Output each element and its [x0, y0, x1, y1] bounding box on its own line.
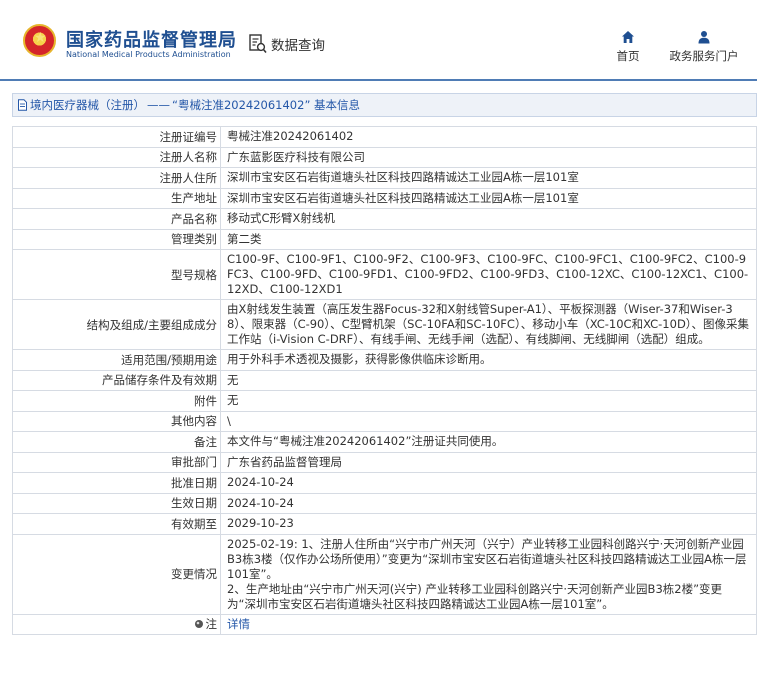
field-value: 移动式C形臂X射线机 — [220, 208, 757, 230]
field-value: 无 — [220, 369, 757, 391]
data-query-label: 数据查询 — [271, 38, 325, 54]
row-remarks: 备注 本文件与“粤械注准20242061402”注册证共同使用。 — [12, 431, 757, 453]
field-label: 生效日期 — [12, 492, 221, 514]
note-label-cell: 注 — [12, 613, 221, 635]
row-registration-number: 注册证编号 粤械注准20242061402 — [12, 126, 757, 148]
row-registrant-name: 注册人名称 广东蓝影医疗科技有限公司 — [12, 146, 757, 168]
nav-service-portal[interactable]: 政务服务门户 — [664, 30, 744, 64]
header-divider — [0, 79, 757, 81]
note-label: 注 — [205, 617, 218, 632]
row-structure-composition: 结构及组成/主要组成成分 由X射线发生装置（高压发生器Focus-32和X射线管… — [12, 299, 757, 350]
document-icon — [18, 99, 27, 111]
org-name-cn: 国家药品监督管理局 — [66, 30, 237, 51]
note-value: 详情 — [220, 613, 757, 635]
field-label: 适用范围/预期用途 — [12, 349, 221, 371]
field-value: 深圳市宝安区石岩街道塘头社区科技四路精诚达工业园A栋一层101室 — [220, 187, 757, 209]
field-value: 2029-10-23 — [220, 513, 757, 535]
nav-service-portal-label: 政务服务门户 — [669, 49, 739, 63]
row-other-content: 其他内容 \ — [12, 410, 757, 432]
person-icon — [698, 31, 710, 44]
nav-home-label: 首页 — [616, 49, 640, 63]
field-value: 无 — [220, 390, 757, 412]
field-value: 深圳市宝安区石岩街道塘头社区科技四路精诚达工业园A栋一层101室 — [220, 167, 757, 189]
field-label: 审批部门 — [12, 451, 221, 473]
field-label: 有效期至 — [12, 513, 221, 535]
field-value: 本文件与“粤械注准20242061402”注册证共同使用。 — [220, 431, 757, 453]
field-label: 备注 — [12, 431, 221, 453]
row-storage-validity: 产品储存条件及有效期 无 — [12, 369, 757, 391]
field-label: 型号规格 — [12, 249, 221, 300]
row-intended-use: 适用范围/预期用途 用于外科手术透视及摄影，获得影像供临床诊断用。 — [12, 349, 757, 371]
document-search-icon — [249, 34, 267, 54]
row-registrant-address: 注册人住所 深圳市宝安区石岩街道塘头社区科技四路精诚达工业园A栋一层101室 — [12, 167, 757, 189]
field-label: 变更情况 — [12, 533, 221, 615]
breadcrumb-separator: —— — [147, 98, 170, 112]
record-detail-table: 注册证编号 粤械注准20242061402 注册人名称 广东蓝影医疗科技有限公司… — [12, 126, 757, 635]
field-value: 2024-10-24 — [220, 472, 757, 494]
row-change-history: 变更情况 2025-02-19: 1、注册人住所由“兴宁市广州天河（兴宁）产业转… — [12, 533, 757, 615]
row-product-name: 产品名称 移动式C形臂X射线机 — [12, 208, 757, 230]
field-value: 用于外科手术透视及摄影，获得影像供临床诊断用。 — [220, 349, 757, 371]
nav-home[interactable]: 首页 — [610, 30, 646, 64]
row-model-spec: 型号规格 C100-9F、C100-9F1、C100-9F2、C100-9F3、… — [12, 249, 757, 300]
national-emblem-logo — [23, 24, 56, 57]
field-label: 产品名称 — [12, 208, 221, 230]
field-label: 附件 — [12, 390, 221, 412]
breadcrumb-current: “粤械注准20242061402” 基本信息 — [172, 98, 361, 112]
field-value: C100-9F、C100-9F1、C100-9F2、C100-9F3、C100-… — [220, 249, 757, 300]
field-label: 注册证编号 — [12, 126, 221, 148]
field-label: 管理类别 — [12, 228, 221, 250]
details-link[interactable]: 详情 — [227, 617, 250, 631]
field-label: 产品储存条件及有效期 — [12, 369, 221, 391]
site-header: 国家药品监督管理局 National Medical Products Admi… — [0, 0, 757, 80]
home-icon — [622, 31, 634, 43]
field-label: 结构及组成/主要组成成分 — [12, 299, 221, 350]
field-value: 2024-10-24 — [220, 492, 757, 514]
field-label: 注册人住所 — [12, 167, 221, 189]
pin-icon — [194, 620, 203, 629]
row-expiry-date: 有效期至 2029-10-23 — [12, 513, 757, 535]
row-approval-department: 审批部门 广东省药品监督管理局 — [12, 451, 757, 473]
field-label: 生产地址 — [12, 187, 221, 209]
data-query-link[interactable]: 数据查询 — [249, 33, 325, 55]
org-name-en: National Medical Products Administration — [66, 50, 231, 59]
field-value: \ — [220, 410, 757, 432]
breadcrumb-category-link[interactable]: 境内医疗器械（注册） — [30, 97, 145, 113]
field-value: 广东蓝影医疗科技有限公司 — [220, 146, 757, 168]
field-value: 广东省药品监督管理局 — [220, 451, 757, 473]
row-effective-date: 生效日期 2024-10-24 — [12, 492, 757, 514]
row-attachments: 附件 无 — [12, 390, 757, 412]
row-approval-date: 批准日期 2024-10-24 — [12, 472, 757, 494]
field-value: 粤械注准20242061402 — [220, 126, 757, 148]
field-value: 2025-02-19: 1、注册人住所由“兴宁市广州天河（兴宁）产业转移工业园科… — [220, 533, 757, 615]
row-note: 注 详情 — [12, 613, 757, 635]
field-value: 由X射线发生装置（高压发生器Focus-32和X射线管Super-A1）、平板探… — [220, 299, 757, 350]
row-production-address: 生产地址 深圳市宝安区石岩街道塘头社区科技四路精诚达工业园A栋一层101室 — [12, 187, 757, 209]
row-management-category: 管理类别 第二类 — [12, 228, 757, 250]
field-value: 第二类 — [220, 228, 757, 250]
field-label: 其他内容 — [12, 410, 221, 432]
field-label: 注册人名称 — [12, 146, 221, 168]
field-label: 批准日期 — [12, 472, 221, 494]
breadcrumb: 境内医疗器械（注册） —— “粤械注准20242061402” 基本信息 — [12, 93, 757, 117]
